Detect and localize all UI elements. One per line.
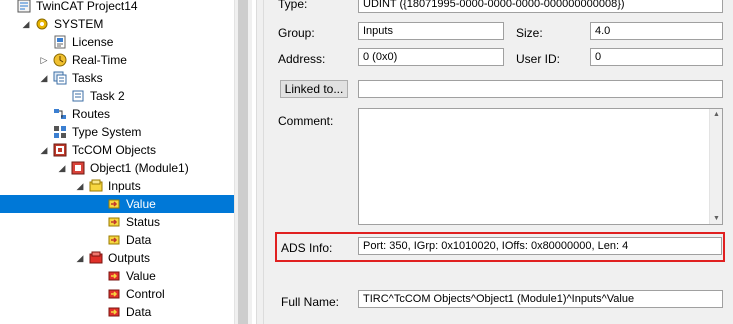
tree-item[interactable]: ◢ Inputs [0, 177, 234, 195]
comment-label: Comment: [278, 114, 334, 128]
collapse-arrow-icon[interactable]: ◢ [20, 15, 32, 33]
tree-item[interactable]: TwinCAT Project14 [0, 0, 234, 15]
variable-properties-panel: Type: UDINT ({18071995-0000-0000-0000-00… [264, 0, 733, 324]
collapse-arrow-icon[interactable]: ◢ [74, 249, 86, 267]
tree-item[interactable]: Control [0, 285, 234, 303]
input-variable-icon [106, 196, 122, 212]
address-label: Address: [278, 52, 326, 66]
tree-item[interactable]: ◢ TcCOM Objects [0, 141, 234, 159]
comment-scrollbar[interactable]: ▲ ▼ [709, 109, 722, 224]
tasks-icon [52, 70, 68, 86]
input-variable-icon [106, 214, 122, 230]
tree-item[interactable]: ◢ Tasks [0, 69, 234, 87]
tree-item[interactable]: Task 2 [0, 87, 234, 105]
tree-item[interactable]: Value [0, 195, 234, 213]
tree-item-label: Tasks [72, 71, 103, 85]
size-field[interactable]: 4.0 [590, 22, 723, 40]
collapse-arrow-icon[interactable]: ◢ [38, 69, 50, 87]
full-name-field[interactable]: TIRC^TcCOM Objects^Object1 (Module1)^Inp… [358, 290, 723, 308]
collapse-arrow-icon[interactable]: ◢ [38, 141, 50, 159]
address-field[interactable]: 0 (0x0) [358, 48, 504, 66]
outputs-folder-icon [88, 250, 104, 266]
gear-icon [34, 16, 50, 32]
tree-item[interactable]: ◢ SYSTEM [0, 15, 234, 33]
tree-item-label: License [72, 35, 114, 49]
expand-arrow-icon[interactable]: ▷ [38, 51, 50, 69]
tree-item-label: Value [126, 197, 156, 211]
inputs-folder-icon [88, 178, 104, 194]
tree-scrollbar-thumb[interactable] [238, 0, 248, 324]
group-field[interactable]: Inputs [358, 22, 504, 40]
tree-item-label: Task 2 [90, 89, 125, 103]
full-name-label: Full Name: [281, 295, 340, 309]
tree-scrollbar[interactable] [234, 0, 252, 324]
tree-item-label: TcCOM Objects [72, 143, 157, 157]
tccom-icon [52, 142, 68, 158]
tree-item[interactable]: License [0, 33, 234, 51]
tree-item[interactable]: ◢ Object1 (Module1) [0, 159, 234, 177]
user-id-field[interactable]: 0 [590, 48, 723, 66]
tree-item-label: Object1 (Module1) [90, 161, 189, 175]
pane-splitter[interactable] [256, 0, 264, 324]
collapse-arrow-icon[interactable]: ◢ [56, 159, 68, 177]
tree-item-label: Real-Time [72, 53, 127, 67]
tree-item-label: Outputs [108, 251, 151, 265]
solution-tree[interactable]: TwinCAT Project14 ◢ SYSTEM License ▷ Real-Tim… [0, 0, 234, 324]
tree-item-label: Data [126, 305, 152, 319]
collapse-arrow-icon[interactable]: ◢ [74, 177, 86, 195]
tree-item-label: Status [126, 215, 161, 229]
tree-item[interactable]: ◢ Outputs [0, 249, 234, 267]
tree-item[interactable]: Status [0, 213, 234, 231]
tree-item-label: Control [126, 287, 165, 301]
tree-item-label: SYSTEM [54, 17, 104, 31]
tree-item[interactable]: ▷ Real-Time [0, 51, 234, 69]
input-variable-icon [106, 232, 122, 248]
tree-item-label: Type System [72, 125, 142, 139]
size-label: Size: [516, 26, 543, 40]
output-variable-icon [106, 268, 122, 284]
tree-item[interactable]: Data [0, 231, 234, 249]
tree-item-label: TwinCAT Project14 [36, 0, 138, 13]
ads-info-field[interactable]: Port: 350, IGrp: 0x1010020, IOffs: 0x800… [358, 237, 722, 255]
tree-item-label: Inputs [108, 179, 141, 193]
output-variable-icon [106, 304, 122, 320]
ads-info-label: ADS Info: [281, 241, 333, 255]
realtime-icon [52, 52, 68, 68]
tree-item[interactable]: Data [0, 303, 234, 321]
tree-item-label: Value [126, 269, 156, 283]
tree-item-label: Data [126, 233, 152, 247]
tree-item[interactable]: Routes [0, 105, 234, 123]
linked-to-field[interactable] [358, 80, 723, 98]
type-label: Type: [278, 0, 308, 11]
tree-item[interactable]: Type System [0, 123, 234, 141]
tree-item-label: Routes [72, 107, 111, 121]
project-icon [16, 0, 32, 14]
license-icon [52, 34, 68, 50]
scroll-up-arrow-icon[interactable]: ▲ [713, 111, 720, 118]
linked-to-button[interactable]: Linked to... [280, 80, 348, 98]
task-icon [70, 88, 86, 104]
user-id-label: User ID: [516, 52, 561, 66]
tree-item[interactable]: Value [0, 267, 234, 285]
type-system-icon [52, 124, 68, 140]
comment-textarea[interactable]: ▲ ▼ [358, 108, 723, 225]
group-label: Group: [278, 26, 315, 40]
output-variable-icon [106, 286, 122, 302]
module-icon [70, 160, 86, 176]
type-field[interactable]: UDINT ({18071995-0000-0000-0000-00000000… [358, 0, 723, 13]
scroll-down-arrow-icon[interactable]: ▼ [713, 215, 720, 222]
routes-icon [52, 106, 68, 122]
